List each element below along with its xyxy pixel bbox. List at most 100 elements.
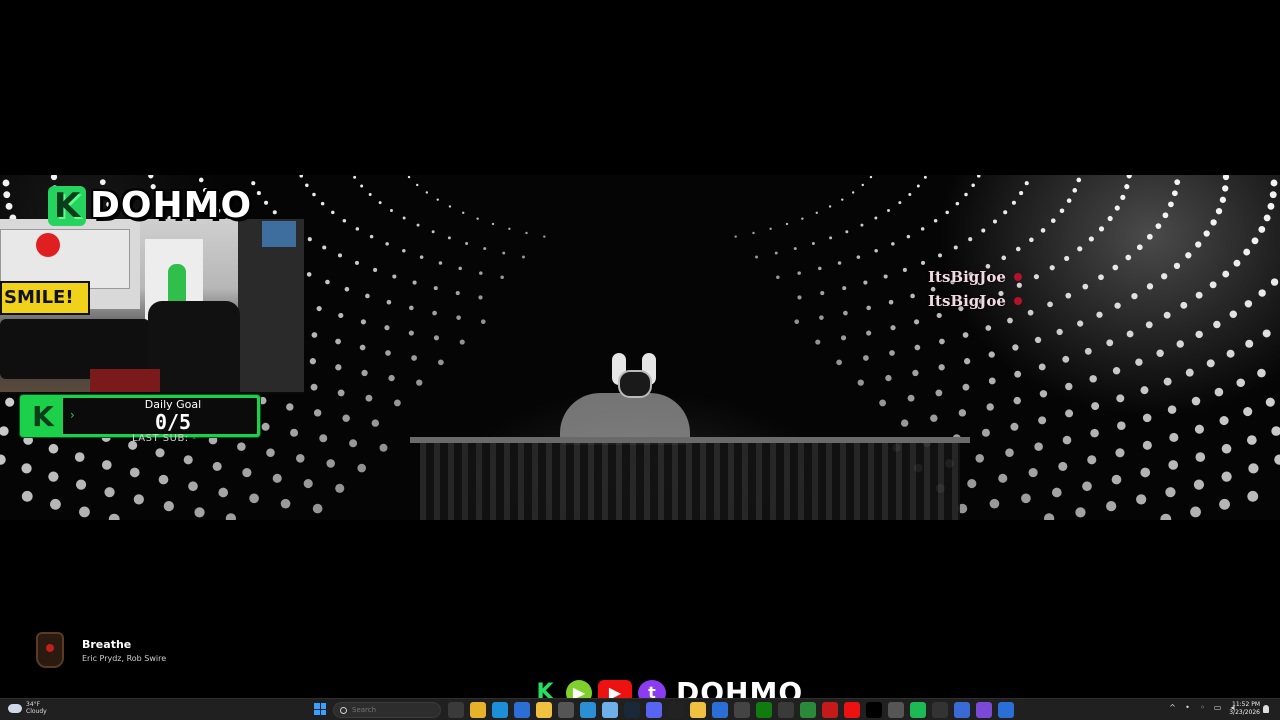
- discord-icon[interactable]: [646, 702, 662, 718]
- xbox-icon[interactable]: [756, 702, 772, 718]
- camera-icon[interactable]: [558, 702, 574, 718]
- clock-date: 3/23/2026: [1229, 709, 1260, 716]
- windows-start-icon[interactable]: [314, 703, 326, 715]
- notification-bell-icon[interactable]: [1263, 705, 1269, 713]
- led-dot: [776, 275, 780, 280]
- calculator-icon[interactable]: [734, 702, 750, 718]
- led-dot: [971, 183, 975, 188]
- led-dot: [360, 319, 367, 325]
- app-icon[interactable]: [998, 702, 1014, 718]
- led-dot: [101, 460, 112, 470]
- led-dot: [1168, 201, 1174, 208]
- edge-icon[interactable]: [492, 702, 508, 718]
- led-dot: [1012, 344, 1019, 351]
- photos-icon[interactable]: [580, 702, 596, 718]
- led-dot: [310, 383, 318, 391]
- led-dot: [5, 202, 13, 210]
- led-dot: [1142, 440, 1152, 450]
- led-dot: [371, 419, 380, 427]
- weather-widget[interactable]: 34°F Cloudy: [8, 701, 47, 715]
- taskbar-clock[interactable]: 11:52 PM 3/23/2026: [1228, 701, 1260, 717]
- youtube-icon[interactable]: [844, 702, 860, 718]
- obs-icon[interactable]: [668, 702, 684, 718]
- led-dot: [458, 266, 462, 271]
- led-dot: [342, 414, 350, 422]
- led-dot: [1107, 215, 1113, 222]
- led-dot: [436, 198, 439, 201]
- led-dot: [1050, 218, 1056, 224]
- led-dot: [309, 358, 317, 365]
- led-dot: [1066, 198, 1072, 203]
- stream-canvas: SMILE! K DOHMO K › Daily Goal 0/5 LAST S…: [0, 0, 1280, 720]
- taskbar-search[interactable]: [333, 702, 441, 718]
- led-dot: [1270, 179, 1278, 187]
- led-dot: [1013, 396, 1021, 405]
- weather-temp: 34°F: [26, 701, 41, 708]
- led-dot: [1145, 321, 1153, 329]
- led-dot: [290, 428, 299, 437]
- led-dot: [819, 315, 824, 320]
- led-dot: [906, 234, 911, 239]
- led-dot: [1257, 368, 1266, 378]
- store-icon[interactable]: [712, 702, 728, 718]
- led-dot: [385, 350, 391, 356]
- files-icon[interactable]: [690, 702, 706, 718]
- led-dot: [885, 374, 892, 382]
- led-dot: [1088, 236, 1094, 242]
- led-dot: [930, 414, 938, 422]
- led-dot: [163, 500, 174, 512]
- chat-badge-icon: [1013, 273, 1022, 281]
- network-icon[interactable]: ▭: [1213, 703, 1222, 712]
- chevron-up-icon[interactable]: ^: [1168, 703, 1177, 712]
- led-dot: [1156, 349, 1164, 357]
- led-dot: [794, 319, 800, 325]
- led-dot: [935, 389, 943, 397]
- opera-icon[interactable]: [822, 702, 838, 718]
- file-explorer-icon[interactable]: [470, 702, 486, 718]
- led-dot: [359, 344, 366, 351]
- chrome-icon[interactable]: [800, 702, 816, 718]
- last-sub: LAST SUB: -: [132, 433, 196, 444]
- led-dot: [1195, 291, 1203, 299]
- steam-icon[interactable]: [624, 702, 640, 718]
- led-dot: [272, 210, 277, 215]
- task-view-icon[interactable]: [448, 702, 464, 718]
- usb-icon[interactable]: ◦: [1198, 703, 1207, 712]
- led-dot: [543, 235, 546, 238]
- led-dot: [1190, 506, 1201, 518]
- led-dot: [752, 231, 755, 235]
- led-dot: [129, 467, 140, 478]
- led-dot: [357, 463, 366, 473]
- led-dot: [79, 506, 90, 518]
- last-sub-value: -: [192, 433, 197, 444]
- led-dot: [5, 397, 15, 407]
- led-dot: [1173, 262, 1181, 270]
- terminal-icon[interactable]: [932, 702, 948, 718]
- led-dot: [319, 434, 328, 443]
- led-dot: [1274, 454, 1280, 465]
- led-dot: [1106, 339, 1114, 347]
- spreadsheet-icon[interactable]: [778, 702, 794, 718]
- led-dot: [1185, 252, 1192, 259]
- led-dot: [1001, 255, 1007, 261]
- x-icon[interactable]: [866, 702, 882, 718]
- led-dot: [1251, 237, 1259, 245]
- photo-editor-icon[interactable]: [954, 702, 970, 718]
- spotify-icon[interactable]: [910, 702, 926, 718]
- led-dot: [1065, 409, 1074, 418]
- smile-banner-text: SMILE!: [4, 287, 74, 308]
- copilot-icon[interactable]: [976, 702, 992, 718]
- led-dot: [416, 183, 419, 187]
- led-dot: [1106, 500, 1117, 512]
- led-dot: [1034, 442, 1043, 451]
- led-dot: [1219, 498, 1230, 510]
- folder-icon[interactable]: [536, 702, 552, 718]
- mail-icon[interactable]: [514, 702, 530, 718]
- search-input[interactable]: [352, 706, 432, 714]
- led-dot: [797, 295, 802, 300]
- microphone-icon[interactable]: •: [1183, 703, 1192, 712]
- color-icon[interactable]: [888, 702, 904, 718]
- led-dot: [1011, 200, 1016, 205]
- led-dot: [843, 310, 848, 316]
- notepad-icon[interactable]: [602, 702, 618, 718]
